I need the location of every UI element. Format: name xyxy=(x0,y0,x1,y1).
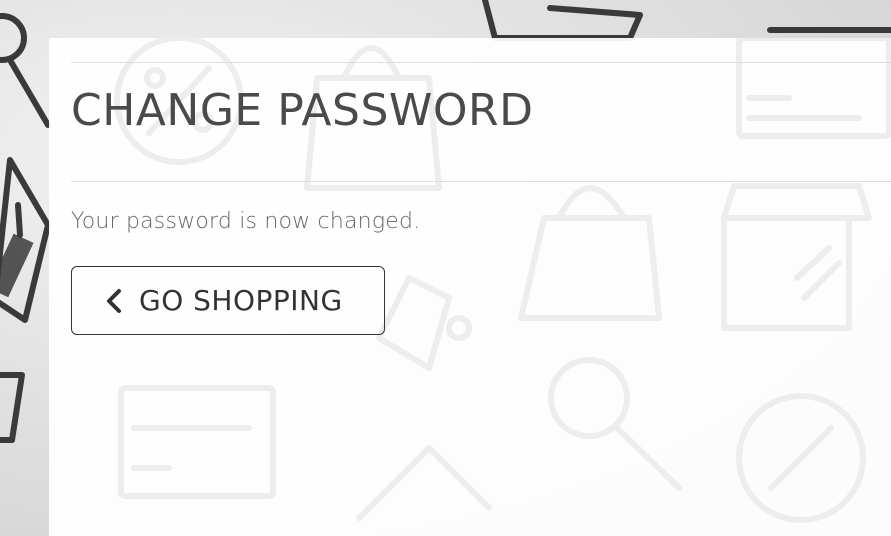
store-icon xyxy=(721,183,872,221)
shopping-cart-icon xyxy=(482,0,643,41)
chevron-left-icon xyxy=(107,288,121,313)
key-icon xyxy=(0,13,27,63)
page-title: CHANGE PASSWORD xyxy=(71,85,534,136)
search-icon xyxy=(548,357,630,439)
top-divider xyxy=(71,62,891,63)
wallet-icon xyxy=(118,385,276,499)
title-divider xyxy=(71,181,891,182)
go-shopping-button[interactable]: GO SHOPPING xyxy=(71,266,385,335)
key-shaft xyxy=(7,57,51,128)
gift-icon xyxy=(376,275,452,371)
percent-icon xyxy=(736,393,866,523)
tag-icon xyxy=(356,445,492,521)
shopping-bag-icon xyxy=(518,215,662,321)
card-icon xyxy=(736,38,891,139)
cart-icon xyxy=(0,372,25,443)
status-message: Your password is now changed. xyxy=(71,209,421,234)
content-panel: CHANGE PASSWORD Your password is now cha… xyxy=(49,38,891,536)
go-shopping-label: GO SHOPPING xyxy=(139,284,343,317)
